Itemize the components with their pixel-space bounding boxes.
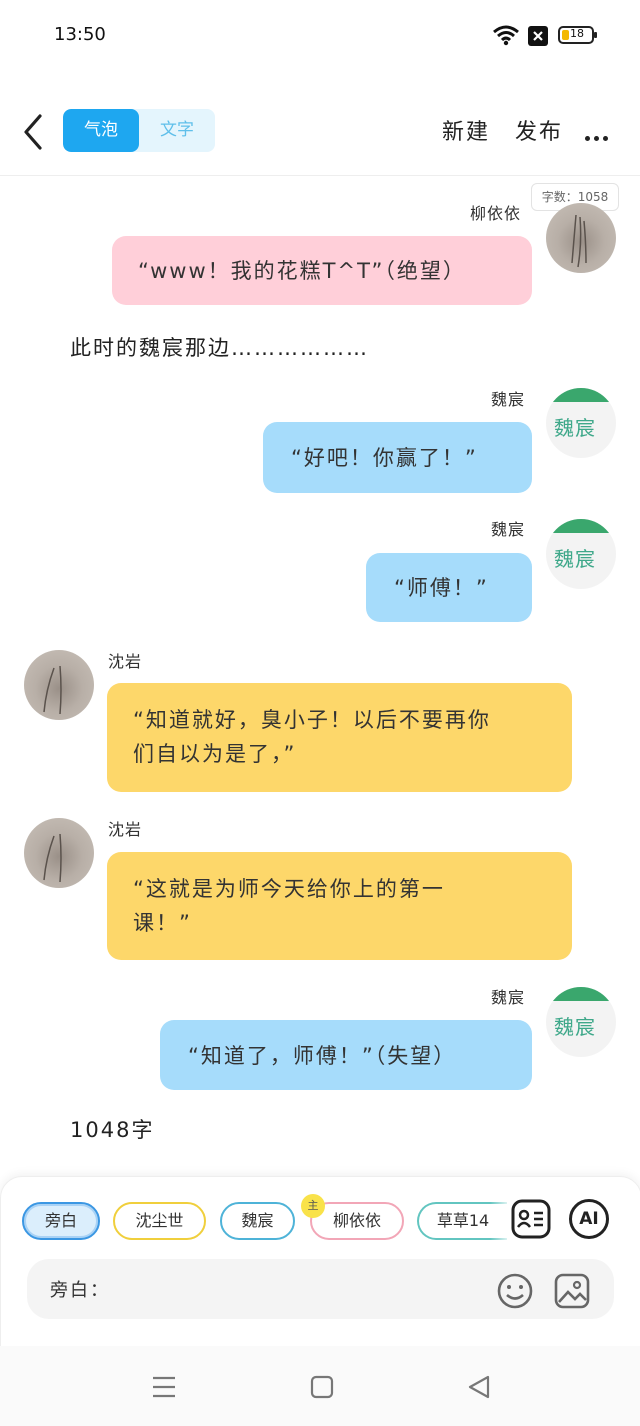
character-chip-narrator[interactable]: 旁白 [22, 1202, 100, 1240]
input-prefix: 旁白： [50, 1280, 110, 1301]
bubble-line: “知道就好，臭小子！以后不要再你 [133, 708, 491, 732]
speaker-name: 沈岩 [108, 652, 143, 671]
avatar[interactable]: 魏宸 [546, 987, 616, 1057]
chat-bubble[interactable]: “www！我的花糕T^T”（绝望） [112, 236, 532, 305]
header-divider [0, 175, 640, 176]
publish-button[interactable]: 发布 [515, 114, 563, 146]
back-icon[interactable] [466, 1374, 492, 1400]
bubble-line: 们自以为是了，” [133, 742, 297, 766]
bubble-line: “这就是为师今天给你上的第一 [133, 877, 445, 901]
avatar[interactable] [24, 818, 94, 888]
status-time: 13:50 [54, 24, 106, 45]
chat-bubble[interactable]: “这就是为师今天给你上的第一 课！” [107, 852, 572, 960]
wifi-icon [493, 25, 519, 46]
ai-button[interactable]: AI [569, 1199, 609, 1239]
ai-label: AI [579, 1209, 599, 1229]
chip-fade [490, 1196, 512, 1246]
image-icon[interactable] [553, 1272, 591, 1310]
avatar-text: 魏宸 [554, 416, 596, 440]
narration-text[interactable]: 1048字 [70, 1114, 154, 1144]
more-icon[interactable] [585, 126, 612, 145]
emoji-icon[interactable] [496, 1272, 534, 1310]
character-chip-wei[interactable]: 魏宸 [220, 1202, 295, 1240]
sim-off-icon [528, 26, 548, 46]
speaker-name: 魏宸 [491, 520, 526, 539]
chat-bubble[interactable]: “知道就好，臭小子！以后不要再你 们自以为是了，” [107, 683, 572, 792]
character-chip-shen[interactable]: 沈尘世 [113, 1202, 206, 1240]
main-character-badge: 主 [301, 1194, 325, 1218]
tab-text[interactable]: 文字 [139, 109, 215, 152]
battery-level: 18 [570, 27, 584, 40]
battery-icon: 18 [558, 26, 597, 44]
tab-bubble[interactable]: 气泡 [63, 109, 139, 152]
chat-bubble[interactable]: “知道了，师傅！”（失望） [160, 1020, 532, 1090]
avatar[interactable]: 魏宸 [546, 388, 616, 458]
avatar-text: 魏宸 [554, 1015, 596, 1039]
speaker-name: 魏宸 [491, 390, 526, 409]
avatar[interactable] [546, 203, 616, 273]
avatar[interactable]: 魏宸 [546, 519, 616, 589]
avatar-text: 魏宸 [554, 547, 596, 571]
avatar[interactable] [24, 650, 94, 720]
speaker-name: 柳依依 [470, 204, 522, 223]
chat-bubble[interactable]: “师傅！” [366, 553, 532, 622]
speaker-name: 沈岩 [108, 820, 143, 839]
bubble-line: 课！” [133, 911, 192, 935]
back-arrow-icon[interactable] [18, 112, 48, 152]
narration-text[interactable]: 此时的魏宸那边……………… [70, 332, 369, 362]
character-card-icon[interactable] [511, 1199, 551, 1239]
speaker-name: 魏宸 [491, 988, 526, 1007]
mode-toggle: 气泡 文字 [63, 109, 215, 152]
menu-icon[interactable] [151, 1374, 177, 1400]
home-icon[interactable] [310, 1375, 334, 1399]
new-button[interactable]: 新建 [442, 114, 490, 146]
chat-bubble[interactable]: “好吧！你赢了！” [263, 422, 532, 493]
